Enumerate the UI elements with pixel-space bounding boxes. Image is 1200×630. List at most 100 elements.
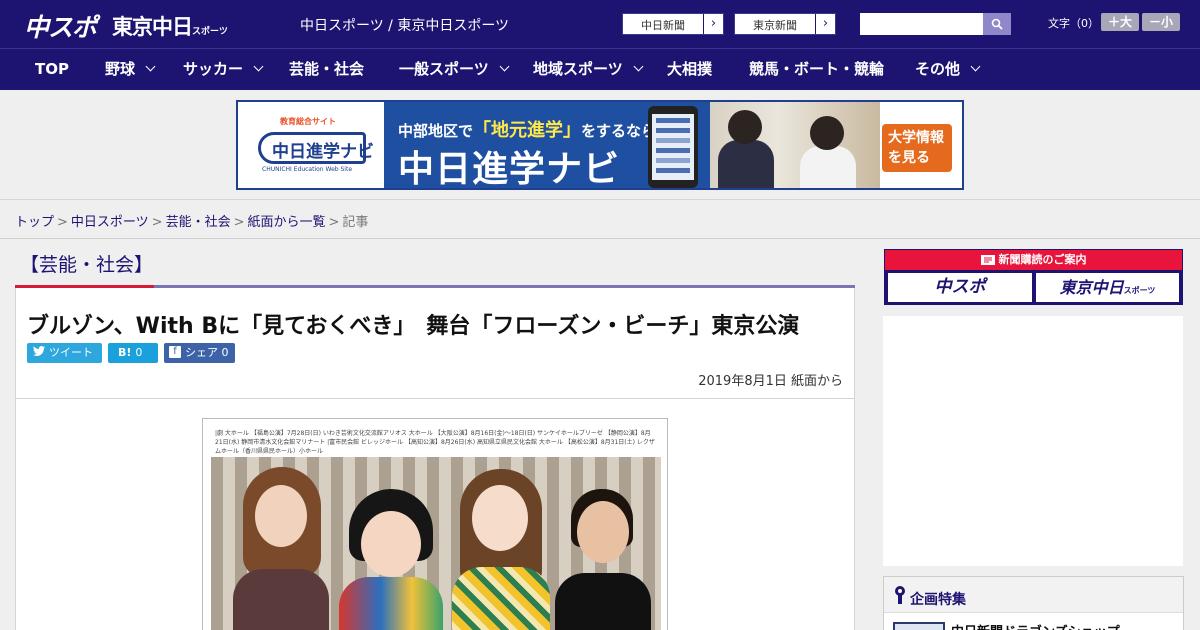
ad-headline-pre: 中部地区で — [398, 122, 474, 140]
chevron-right-icon: › — [703, 14, 723, 34]
chunichi-shimbun-label: 中日新聞 — [641, 19, 685, 32]
breadcrumb-separator: > — [57, 215, 68, 230]
subscribe-tokyo-text: 東京中日 — [1059, 278, 1124, 297]
student-figure — [718, 140, 774, 188]
ad-banner-shingaku-navi[interactable]: 教育総合サイト 中日進学ナビ CHUNICHI Education Web Si… — [236, 100, 964, 190]
article-photo-frame: |劇 大ホール 【福島公演】7月28日(日) いわき芸術文化交流館アリオス 大ホ… — [202, 418, 668, 630]
newspaper-icon — [980, 255, 995, 265]
facebook-icon: f — [169, 346, 181, 358]
subscription-header-label: 新聞購読のご案内 — [998, 253, 1087, 266]
nav-item-baseball[interactable]: 野球 — [105, 49, 156, 90]
facebook-share-label: シェア — [185, 346, 218, 359]
ad-cta-area: 大学情報 を見る — [880, 102, 962, 188]
ad-cta-line1: 大学情報 — [888, 130, 944, 146]
nav-item-racing[interactable]: 競馬・ボート・競輪 — [749, 49, 884, 90]
feature-thumbnail[interactable] — [893, 622, 945, 630]
feature-box: 企画特集 中日新聞ドラゴンズショップ — [883, 576, 1184, 630]
tokyo-chunichi-logo[interactable]: 東京中日スポーツ — [112, 11, 228, 41]
hatena-count: 0 — [135, 346, 143, 359]
article-photo[interactable]: |劇 大ホール 【福島公演】7月28日(日) いわき芸術文化交流館アリオス 大ホ… — [211, 427, 661, 630]
font-smaller-button[interactable]: －小 — [1142, 13, 1180, 31]
person-figure — [549, 489, 657, 630]
chunichi-shimbun-link[interactable]: 中日新聞 › — [622, 13, 724, 35]
main-nav: TOP 野球 サッカー 芸能・社会 一般スポーツ 地域スポーツ 大相撲 競馬・ボ… — [0, 48, 1200, 90]
subscription-box: 新聞購読のご案内 中スポ 東京中日スポーツ — [884, 249, 1183, 305]
nav-label: 競馬・ボート・競輪 — [749, 60, 885, 78]
facebook-share-button[interactable]: f シェア 0 — [164, 343, 235, 363]
site-title: 中日スポーツ / 東京中日スポーツ — [300, 18, 510, 34]
nav-item-other[interactable]: その他 — [915, 49, 981, 90]
nav-label: TOP — [35, 60, 69, 78]
ad-headline-emphasis: 「地元進学」 — [473, 120, 582, 141]
tokyo-shimbun-label: 東京新聞 — [753, 19, 797, 32]
poster-fine-print: |劇 大ホール 【福島公演】7月28日(日) いわき芸術文化交流館アリオス 大ホ… — [211, 427, 661, 457]
nav-item-top[interactable]: TOP — [35, 49, 69, 90]
breadcrumb-current: 記事 — [342, 215, 369, 230]
hatena-icon: B! — [118, 346, 132, 359]
feature-title: 企画特集 — [910, 592, 966, 608]
ad-logo-tag: 教育総合サイト — [280, 117, 336, 126]
chevron-down-icon — [633, 61, 644, 72]
breadcrumb-separator: > — [328, 215, 340, 230]
feature-item-link[interactable]: 中日新聞ドラゴンズショップ — [951, 621, 1120, 630]
breadcrumb-link-entertainment[interactable]: 芸能・社会 — [166, 215, 231, 230]
nav-item-local-sports[interactable]: 地域スポーツ — [533, 49, 644, 90]
ad-headline-post: をするなら — [581, 122, 657, 140]
nav-item-general-sports[interactable]: 一般スポーツ — [399, 49, 510, 90]
search-button[interactable] — [983, 13, 1011, 35]
students-photo — [710, 102, 880, 188]
search-input[interactable] — [860, 13, 983, 35]
top-header: 中スポ 東京中日スポーツ 中日スポーツ / 東京中日スポーツ 中日新聞 › 東京… — [0, 0, 1200, 48]
tweet-label: ツイート — [49, 346, 93, 359]
breadcrumb-separator: > — [151, 215, 163, 230]
hatena-bookmark-button[interactable]: B! 0 — [108, 343, 158, 363]
section-header: 【芸能・社会】 — [15, 240, 855, 288]
nav-item-soccer[interactable]: サッカー — [183, 49, 264, 90]
feature-header: 企画特集 — [884, 577, 1183, 613]
person-figure — [225, 459, 335, 630]
student-figure — [800, 146, 856, 188]
section-title: 【芸能・社会】 — [20, 254, 154, 276]
breadcrumb-link-chunichi-sports[interactable]: 中日スポーツ — [71, 215, 149, 230]
nav-item-entertainment[interactable]: 芸能・社会 — [289, 49, 364, 90]
nav-label: 一般スポーツ — [399, 60, 489, 78]
nav-label: 地域スポーツ — [533, 60, 623, 78]
facebook-count: 0 — [221, 346, 229, 359]
nav-label: 野球 — [105, 60, 136, 78]
nav-label: 芸能・社会 — [289, 60, 365, 78]
student-head — [810, 116, 844, 150]
subscribe-tokyo-chunichi-button[interactable]: 東京中日スポーツ — [1036, 273, 1179, 302]
chevron-down-icon — [499, 61, 510, 72]
chevron-down-icon — [970, 61, 981, 72]
tokyo-logo-suffix: スポーツ — [192, 27, 228, 37]
search-icon — [991, 18, 1003, 30]
tweet-button[interactable]: ツイート — [27, 343, 102, 363]
ad-brand-text: 中日進学ナビ — [398, 149, 621, 190]
person-figure — [331, 489, 451, 630]
nav-item-sumo[interactable]: 大相撲 — [667, 49, 712, 90]
ad-cta-button[interactable]: 大学情報 を見る — [882, 124, 952, 172]
ad-logo: 教育総合サイト 中日進学ナビ CHUNICHI Education Web Si… — [238, 102, 384, 188]
chevron-right-icon: › — [815, 14, 835, 34]
smartphone-image — [648, 106, 698, 188]
twitter-icon — [33, 343, 45, 363]
phone-screen — [652, 114, 694, 180]
chuspo-logo[interactable]: 中スポ — [24, 8, 97, 44]
nav-label: その他 — [915, 60, 961, 78]
article: ブルゾン、With Bに「見ておくべき」 舞台「フローズン・ビーチ」東京公演 ツ… — [15, 288, 855, 630]
nav-label: サッカー — [183, 60, 244, 78]
article-title: ブルゾン、With Bに「見ておくべき」 舞台「フローズン・ビーチ」東京公演 — [27, 314, 800, 339]
breadcrumb: トップ > 中日スポーツ > 芸能・社会 > 紙面から一覧 > 記事 — [15, 211, 368, 230]
chevron-down-icon — [145, 61, 156, 72]
article-date: 2019年8月1日 紙面から — [698, 374, 843, 389]
divider — [16, 398, 854, 399]
breadcrumb-link-top[interactable]: トップ — [15, 215, 54, 230]
breadcrumb-separator: > — [233, 215, 245, 230]
subscribe-chuspo-button[interactable]: 中スポ — [888, 273, 1032, 302]
font-larger-button[interactable]: ＋大 — [1101, 13, 1139, 31]
tokyo-shimbun-link[interactable]: 東京新聞 › — [734, 13, 836, 35]
breadcrumb-link-paper-list[interactable]: 紙面から一覧 — [248, 215, 326, 230]
sidebar-ad-slot — [883, 316, 1183, 566]
tokyo-logo-text: 東京中日 — [112, 15, 193, 39]
person-figure — [446, 469, 556, 630]
